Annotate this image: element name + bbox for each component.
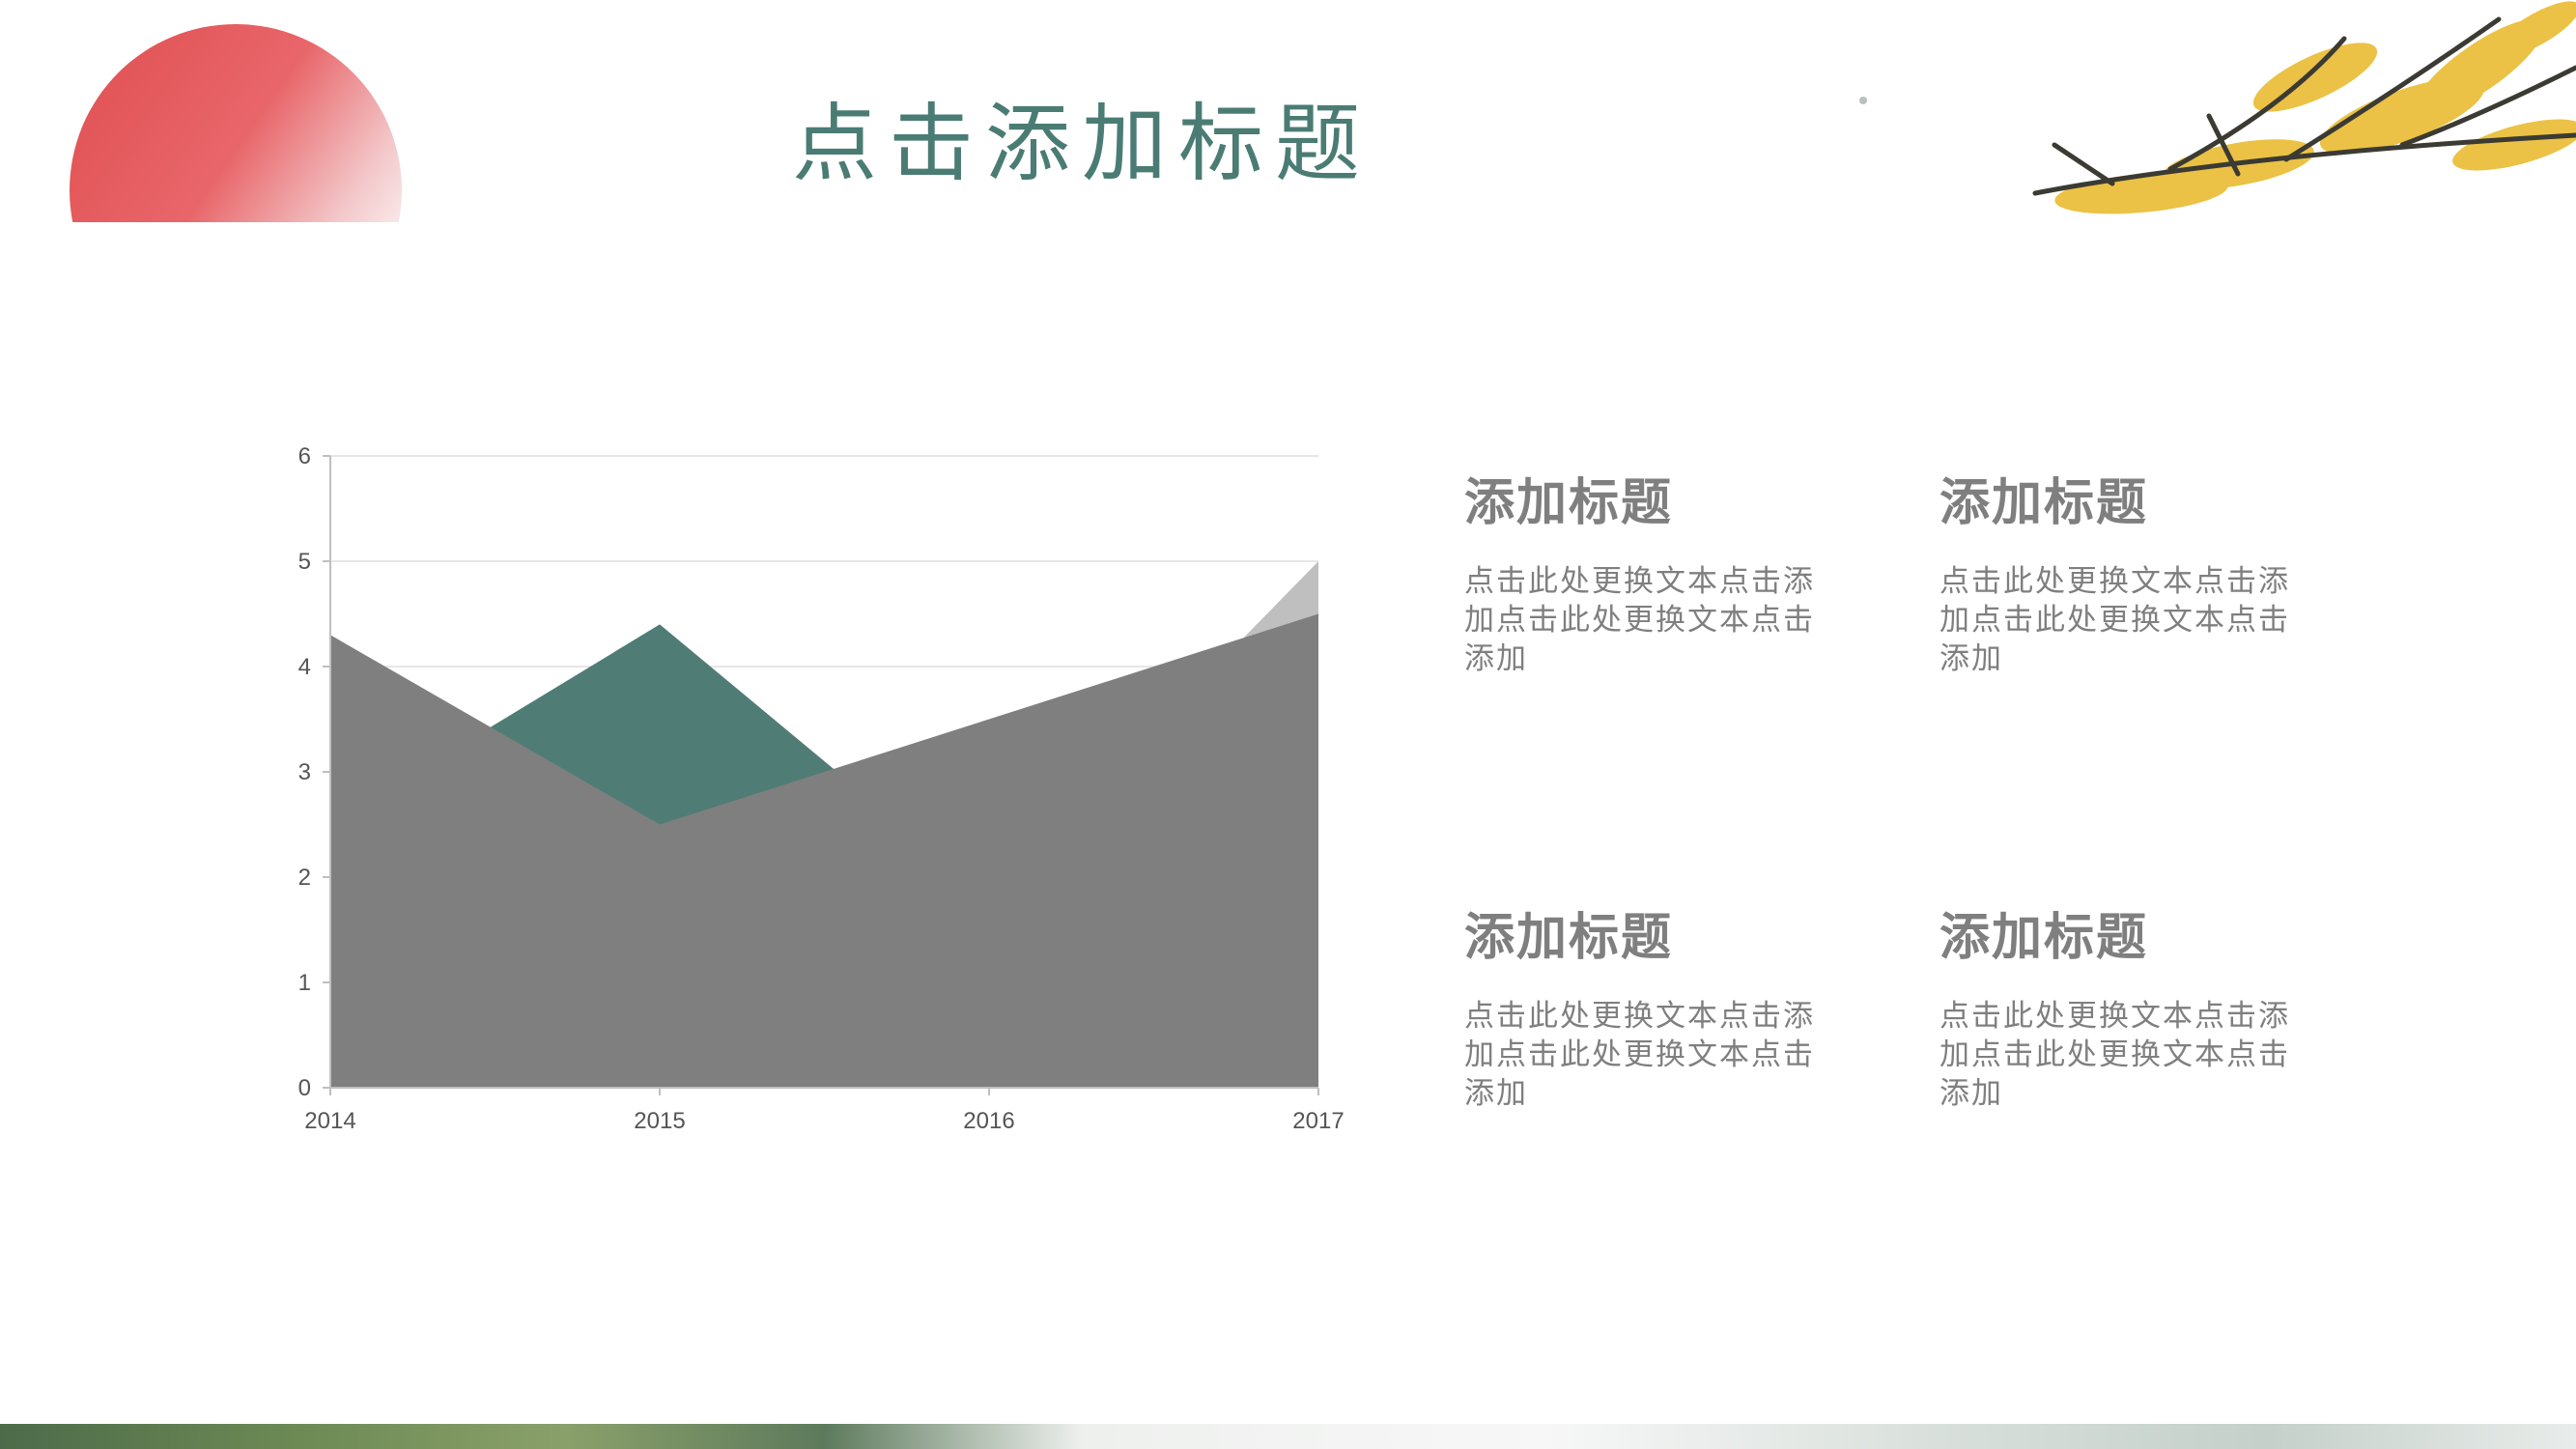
x-tick-label: 2017 — [1292, 1108, 1344, 1134]
y-tick-label: 4 — [298, 654, 311, 680]
x-tick-label: 2015 — [634, 1108, 685, 1134]
x-tick-label: 2014 — [304, 1108, 355, 1134]
info-block-4: 添加标题 点击此处更换文本点击添加点击此处更换文本点击添加 — [1939, 908, 2326, 1113]
info-block-3: 添加标题 点击此处更换文本点击添加点击此处更换文本点击添加 — [1464, 908, 1851, 1113]
series-layer — [330, 561, 1318, 1088]
y-tick-label: 3 — [298, 759, 311, 785]
bottom-landscape-strip — [0, 1424, 2576, 1449]
area-series-3 — [330, 613, 1318, 1088]
x-tick-label: 2016 — [963, 1108, 1014, 1134]
y-tick-label: 2 — [298, 865, 311, 891]
y-tick-label: 6 — [298, 443, 311, 469]
info-block-title: 添加标题 — [1939, 909, 2149, 967]
info-block-title: 添加标题 — [1939, 474, 2149, 532]
page-title: 点击添加标题 — [791, 94, 1372, 193]
info-block-2: 添加标题 点击此处更换文本点击添加点击此处更换文本点击添加 — [1939, 473, 2326, 678]
info-block-title: 添加标题 — [1464, 474, 1674, 532]
y-tick-label: 1 — [298, 970, 311, 996]
info-block-text: 点击此处更换文本点击添加点击此处更换文本点击添加 — [1939, 999, 2290, 1112]
y-tick-label: 5 — [298, 549, 311, 575]
area-chart: 0 1 2 3 4 5 6 2014 2015 2016 2017 — [298, 443, 1345, 1134]
info-block-text: 点击此处更换文本点击添加点击此处更换文本点击添加 — [1464, 999, 1815, 1112]
info-block-text: 点击此处更换文本点击添加点击此处更换文本点击添加 — [1939, 564, 2290, 677]
info-block-1: 添加标题 点击此处更换文本点击添加点击此处更换文本点击添加 — [1464, 473, 1851, 678]
info-block-title: 添加标题 — [1464, 909, 1674, 967]
info-block-text: 点击此处更换文本点击添加点击此处更换文本点击添加 — [1464, 564, 1815, 677]
y-tick-label: 0 — [298, 1075, 311, 1101]
